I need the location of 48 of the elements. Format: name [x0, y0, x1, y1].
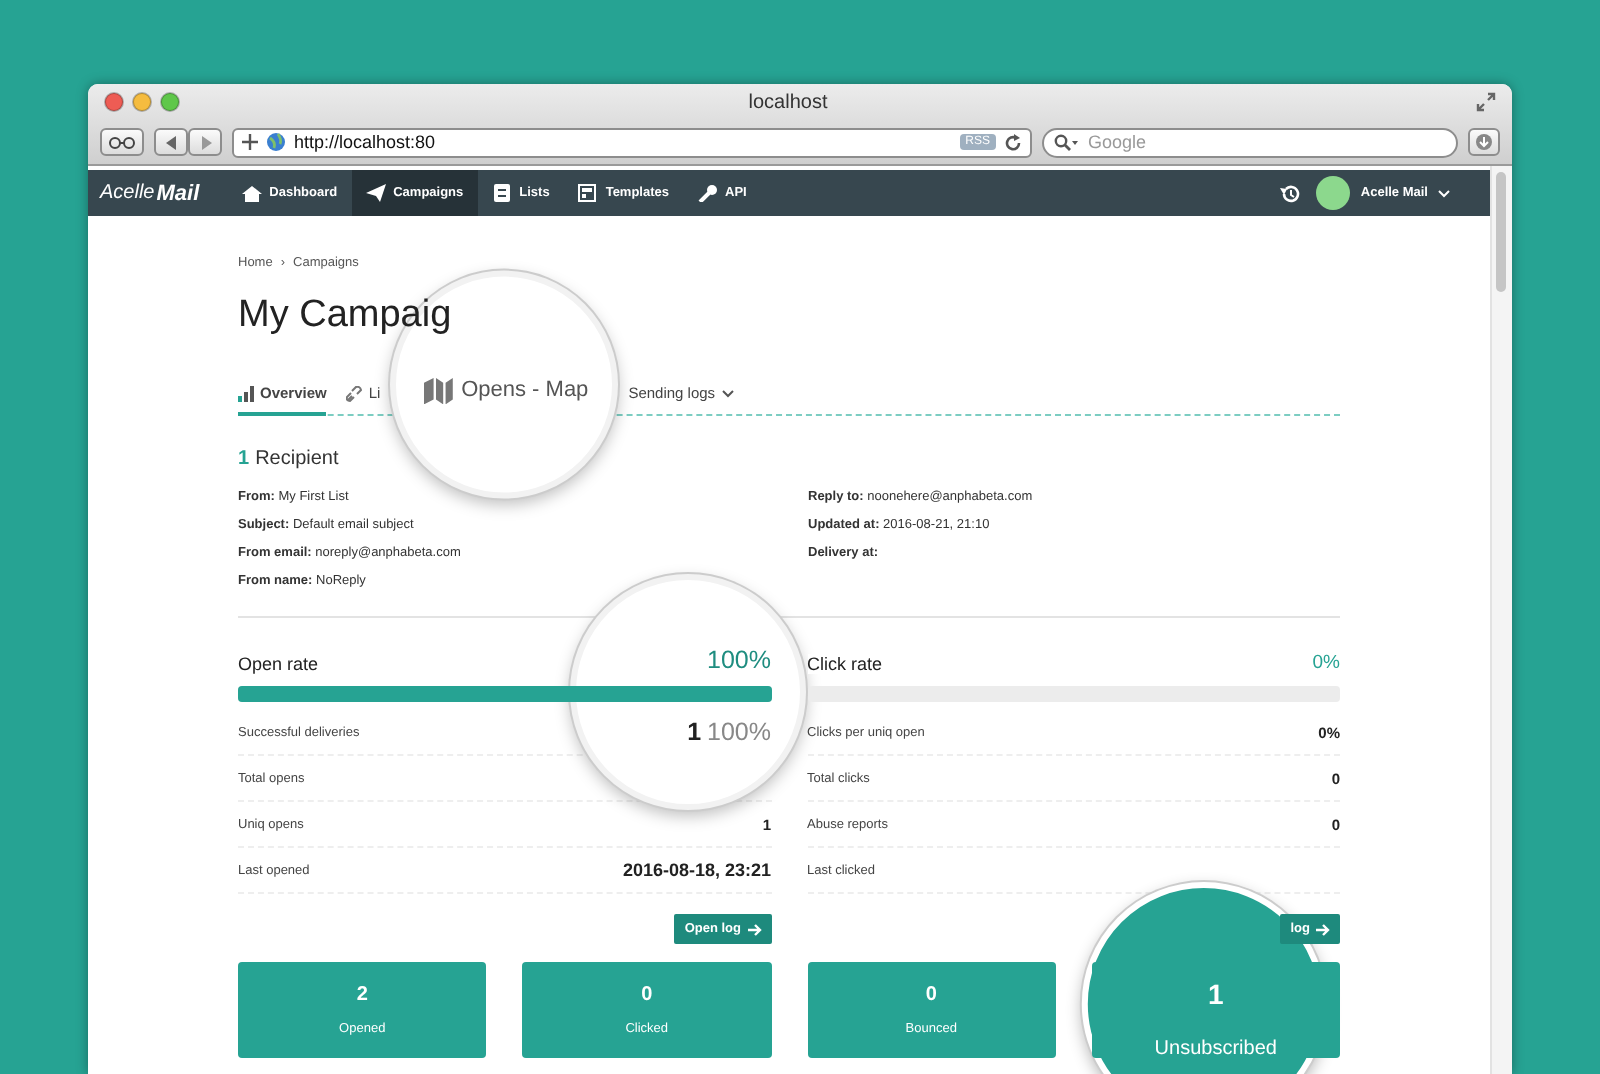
search-icon [1054, 133, 1078, 151]
glasses-icon [108, 135, 136, 149]
zoom-button[interactable] [160, 92, 180, 112]
caret-icon [721, 389, 734, 397]
stat-value: 1 100% [687, 718, 771, 746]
rate-title: Open rate [238, 654, 319, 674]
back-button[interactable] [154, 128, 188, 156]
download-icon [1476, 134, 1492, 150]
map-icon [424, 377, 454, 404]
stat-count: 1 [1207, 978, 1224, 1010]
key-icon [697, 184, 717, 202]
forward-button[interactable] [188, 128, 222, 156]
url-text: http://localhost:80 [294, 132, 438, 152]
home-icon [241, 184, 262, 202]
window-title: localhost [746, 91, 830, 113]
fullscreen-icon[interactable] [1476, 92, 1496, 112]
arrow-left-icon [165, 135, 177, 149]
plus-icon[interactable] [242, 134, 258, 150]
history-icon[interactable] [1280, 183, 1301, 203]
stat-count: 2 [356, 984, 368, 1006]
stat-count: 0 [641, 984, 653, 1006]
download-button[interactable] [1468, 128, 1500, 156]
globe-icon [266, 132, 286, 152]
arrow-right-icon [747, 923, 761, 935]
rate-reading: 0% [1312, 652, 1340, 674]
recipient-count: 1 Recipient [238, 448, 341, 470]
stat-value: 2016-08-18, 23:21 [622, 860, 771, 880]
template-icon [577, 184, 598, 202]
reload-icon[interactable] [1004, 133, 1022, 151]
search-field[interactable]: Google [1042, 127, 1458, 157]
arrow-right-icon [1316, 923, 1330, 935]
paper-plane-icon [365, 184, 386, 202]
close-button[interactable] [104, 92, 124, 112]
avatar [1316, 176, 1351, 210]
minimize-button[interactable] [132, 92, 152, 112]
arrow-right-icon [199, 135, 211, 149]
page-title: My Campaig [238, 294, 454, 338]
stat-label: Unsubscribed [1154, 1038, 1277, 1060]
reader-button[interactable] [100, 128, 144, 156]
rate-title: Click rate [807, 654, 883, 674]
app-logo[interactable]: AcelleMail [88, 170, 228, 216]
rate-reading: 100% [707, 646, 771, 674]
caret-icon [1438, 189, 1450, 197]
bar-chart-icon [238, 385, 254, 401]
tab[interactable]: Opens - Map [412, 377, 601, 416]
stat-count: 0 [925, 984, 937, 1006]
list-icon [491, 184, 512, 202]
link-icon [346, 385, 363, 401]
